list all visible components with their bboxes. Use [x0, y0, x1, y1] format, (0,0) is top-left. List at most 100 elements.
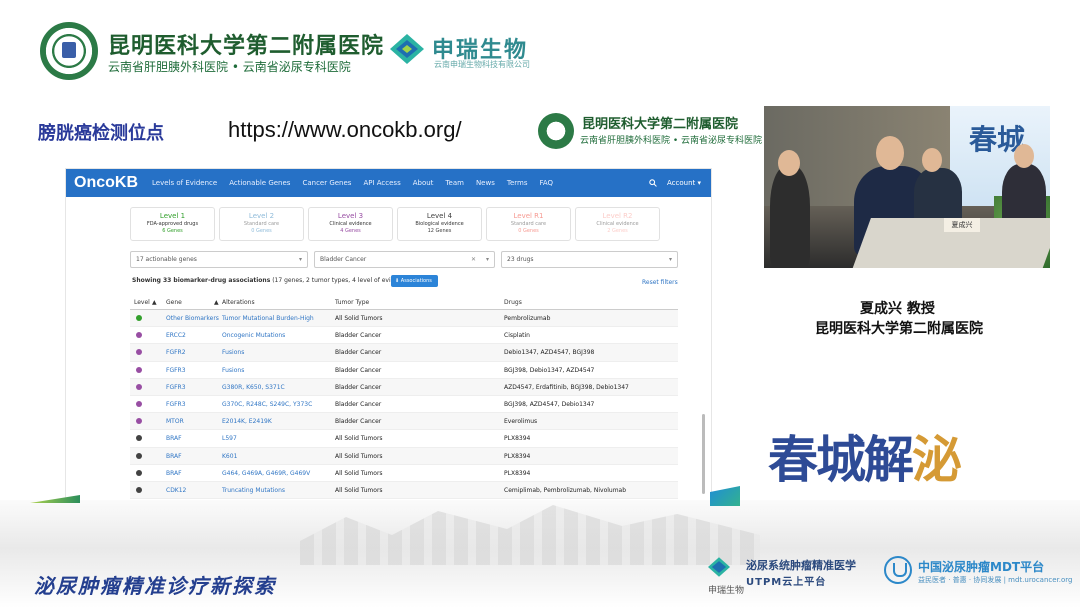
drugs-cell: Everolimus [504, 418, 538, 426]
drugs-cell: Debio1347, AZD4547, BGJ398 [504, 349, 595, 357]
drug-filter-value: 23 drugs [507, 256, 534, 263]
slide-url: https://www.oncokb.org/ [228, 117, 462, 142]
chevron-down-icon: ▾ [668, 256, 672, 263]
gene-filter-select[interactable]: 17 actionable genes ▾ [130, 251, 308, 268]
column-tumor-type[interactable]: Tumor Type [335, 299, 369, 306]
column-gene[interactable]: Gene [166, 299, 182, 306]
level-gene-count: 0 Genes [251, 228, 272, 234]
search-icon[interactable] [649, 179, 657, 187]
tumor-type-cell: All Solid Tumors [335, 315, 383, 322]
drugs-cell: Cemiplimab, Pembrolizumab, Nivolumab [504, 486, 627, 494]
alteration-link[interactable]: E2014K, E2419K [222, 418, 272, 425]
alteration-link[interactable]: L597 [222, 435, 237, 442]
tumor-type-cell: Bladder Cancer [335, 332, 382, 340]
alteration-link[interactable]: Fusions [222, 349, 244, 356]
nav-news[interactable]: News [476, 179, 495, 187]
associations-button[interactable]: ⬇ Associations [391, 275, 438, 287]
level-card[interactable]: Level 2 Standard care 0 Genes [219, 207, 304, 241]
speaker-video: 春城 夏成兴 [764, 106, 1050, 268]
column-level[interactable]: Level [134, 299, 150, 306]
gene-link[interactable]: MTOR [166, 418, 184, 425]
gene-link[interactable]: CDK12 [166, 487, 186, 494]
alteration-link[interactable]: K601 [222, 453, 237, 460]
alteration-link[interactable]: G380R, K650, S371C [222, 384, 285, 391]
sponsor-subtitle: 云南申瑞生物科技有限公司 [434, 60, 530, 69]
platform-name: 泌尿系统肿瘤精准医学 [746, 559, 856, 572]
drug-filter-select[interactable]: 23 drugs ▾ [501, 251, 678, 268]
gene-link[interactable]: ERCC2 [166, 332, 186, 339]
tumor-type-cell: Bladder Cancer [335, 418, 382, 426]
level-name: Level 3 [337, 212, 364, 220]
oncokb-brand[interactable]: OncoKB [74, 174, 138, 192]
level-gene-count: 6 Genes [162, 228, 183, 234]
event-title: 春城解泌 [768, 420, 962, 492]
gene-link[interactable]: BRAF [166, 453, 182, 460]
level-badge-icon [136, 349, 142, 356]
filter-bar: 17 actionable genes ▾ Bladder Cancer ✕ ▾… [130, 251, 678, 268]
tumor-type-cell: Bladder Cancer [335, 383, 382, 391]
level-card[interactable]: Level R2 Clinical evidence 2 Genes [575, 207, 660, 241]
alteration-link[interactable]: G464, G469A, G469R, G469V [222, 470, 310, 477]
sort-up-icon[interactable]: ▲ [214, 299, 219, 306]
gene-link[interactable]: FGFR3 [166, 367, 186, 374]
nav-faq[interactable]: FAQ [539, 179, 553, 187]
tumor-type-cell: All Solid Tumors [335, 452, 383, 460]
level-badge-icon [136, 469, 142, 476]
sort-up-icon[interactable]: ▲ [152, 299, 157, 306]
nav-cancer-genes[interactable]: Cancer Genes [302, 179, 351, 187]
level-badge-icon [136, 400, 142, 407]
gene-link[interactable]: FGFR2 [166, 349, 186, 356]
nav-team[interactable]: Team [445, 179, 464, 187]
gene-link[interactable]: FGFR3 [166, 384, 186, 391]
oncokb-navbar: OncoKB Levels of Evidence Actionable Gen… [66, 169, 711, 197]
level-gene-count: 2 Genes [607, 228, 628, 234]
gene-link[interactable]: BRAF [166, 435, 182, 442]
account-menu[interactable]: Account ▾ [667, 179, 701, 187]
nav-levels-of-evidence[interactable]: Levels of Evidence [152, 179, 217, 187]
alteration-link[interactable]: G370C, R248C, S249C, Y373C [222, 401, 312, 408]
level-name: Level R2 [602, 212, 633, 220]
level-name: Level 4 [426, 212, 453, 220]
alteration-link[interactable]: Truncating Mutations [222, 487, 285, 494]
drugs-cell: PLX8394 [504, 469, 531, 477]
gene-link[interactable]: FGFR3 [166, 401, 186, 408]
gene-link[interactable]: Other Biomarkers [166, 315, 219, 322]
association-table: Other Biomarkers Tumor Mutational Burden-… [130, 310, 678, 500]
clear-icon[interactable]: ✕ [471, 256, 476, 263]
nav-actionable-genes[interactable]: Actionable Genes [229, 179, 290, 187]
nav-about[interactable]: About [413, 179, 434, 187]
nav-terms[interactable]: Terms [507, 179, 528, 187]
column-alterations[interactable]: Alterations [222, 299, 255, 306]
associations-button-label: Associations [400, 278, 432, 284]
presentation-slide: 膀胱癌检测位点 https://www.oncokb.org/ 昆明医科大学第二… [32, 103, 762, 505]
alteration-link[interactable]: Oncogenic Mutations [222, 332, 285, 339]
tumor-type-cell: All Solid Tumors [335, 469, 383, 477]
hospital-emblem-icon [40, 22, 98, 80]
level-name: Level R1 [513, 212, 544, 220]
scrollbar[interactable] [702, 414, 705, 494]
level-description: Biological evidence [415, 221, 464, 227]
level-badge-icon [136, 435, 142, 442]
tumor-type-cell: Bladder Cancer [335, 349, 382, 357]
gene-link[interactable]: BRAF [166, 470, 182, 477]
alteration-link[interactable]: Fusions [222, 367, 244, 374]
tumor-filter-select[interactable]: Bladder Cancer ✕ ▾ [314, 251, 495, 268]
level-card[interactable]: Level 3 Clinical evidence 4 Genes [308, 207, 393, 241]
reset-filters-link[interactable]: Reset filters [642, 279, 678, 286]
level-card[interactable]: Level 4 Biological evidence 12 Genes [397, 207, 482, 241]
download-icon: ⬇ [395, 278, 400, 284]
attendee-left [770, 166, 810, 266]
gene-filter-value: 17 actionable genes [136, 256, 197, 263]
mdt-platform-name: 中国泌尿肿瘤MDT平台 [918, 560, 1045, 574]
level-description: Standard care [243, 221, 280, 227]
alteration-link[interactable]: Tumor Mutational Burden-High [222, 315, 314, 322]
table-row: BRAF K601 All Solid Tumors PLX8394 [130, 447, 678, 465]
event-title-main: 春城解 [768, 430, 914, 489]
column-drugs[interactable]: Drugs [504, 299, 522, 306]
drugs-cell: Cisplatin [504, 332, 530, 340]
attendee-left-head [778, 150, 800, 176]
nav-api-access[interactable]: API Access [363, 179, 400, 187]
level-description: Clinical evidence [329, 221, 372, 227]
level-card[interactable]: Level R1 Standard care 0 Genes [486, 207, 571, 241]
level-card[interactable]: Level 1 FDA-approved drugs 6 Genes [130, 207, 215, 241]
